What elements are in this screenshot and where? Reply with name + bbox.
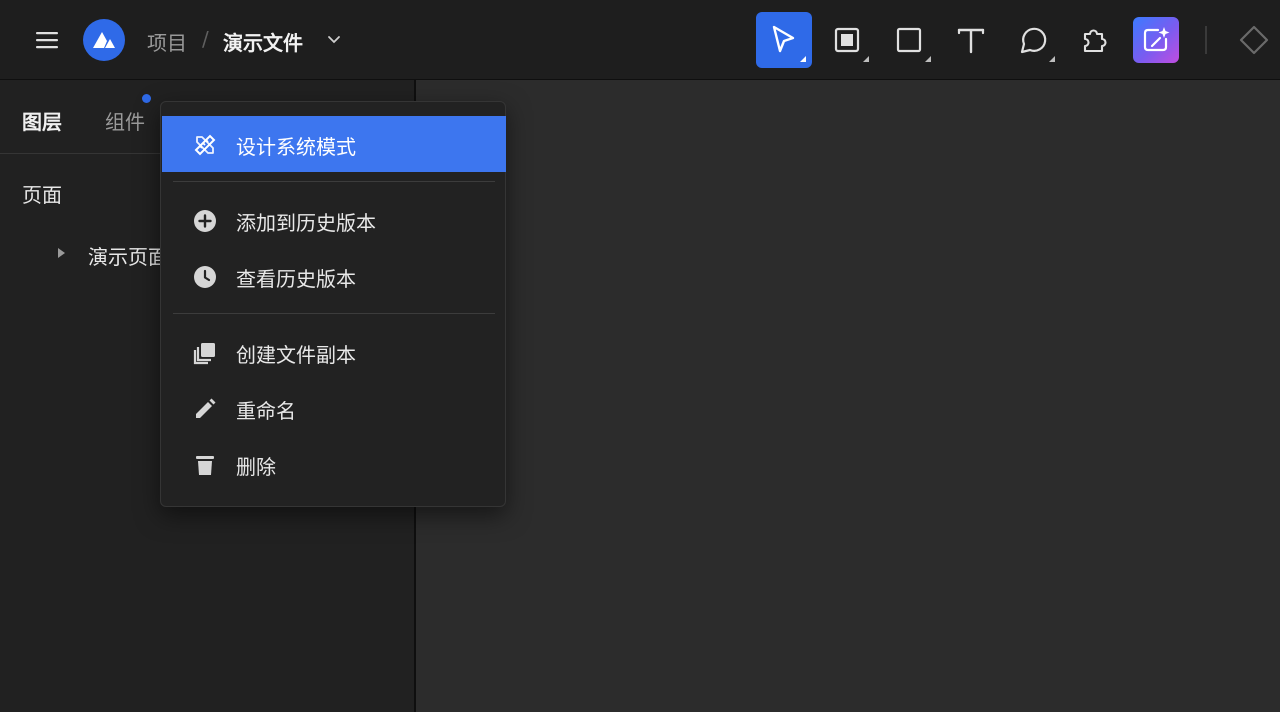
rectangle-tool[interactable] xyxy=(881,12,937,68)
menu-item-label: 设计系统模式 xyxy=(236,135,356,159)
clock-icon xyxy=(194,266,216,288)
puzzle-piece-icon xyxy=(1083,29,1107,53)
hamburger-menu-icon[interactable] xyxy=(30,24,64,56)
file-context-menu: 设计系统模式 添加到历史版本 查看历史版本 创建文件副本 重命名 删除 xyxy=(160,101,506,507)
menu-item-label: 查看历史版本 xyxy=(236,267,356,291)
pages-title: 页面 xyxy=(22,183,62,207)
menu-item-delete[interactable]: 删除 xyxy=(162,436,506,492)
menu-item-label: 重命名 xyxy=(236,399,296,423)
tab-components[interactable]: 组件 xyxy=(105,106,145,135)
menu-item-label: 删除 xyxy=(236,455,276,479)
ai-assistant-button[interactable] xyxy=(1133,17,1179,63)
toolbar-divider xyxy=(1205,26,1207,54)
menu-item-view-history[interactable]: 查看历史版本 xyxy=(162,248,506,304)
menu-item-rename[interactable]: 重命名 xyxy=(162,380,506,436)
plus-circle-icon xyxy=(194,210,216,232)
select-tool[interactable] xyxy=(756,12,812,68)
top-bar: 项目 / 演示文件 xyxy=(0,0,1280,80)
diamond-icon[interactable] xyxy=(1236,22,1272,58)
tool-options-indicator xyxy=(1049,56,1055,62)
breadcrumb-separator: / xyxy=(202,27,209,51)
text-t-icon xyxy=(957,28,985,54)
trash-icon xyxy=(196,456,214,475)
ai-sparkle-icon xyxy=(1143,27,1170,52)
file-name[interactable]: 演示文件 xyxy=(223,27,303,56)
menu-item-add-to-history[interactable]: 添加到历史版本 xyxy=(162,192,506,248)
tool-options-indicator xyxy=(925,56,931,62)
notification-dot xyxy=(142,94,151,103)
menu-item-label: 添加到历史版本 xyxy=(236,211,376,235)
duplicate-icon xyxy=(193,343,215,365)
menu-item-label: 创建文件副本 xyxy=(236,343,356,367)
plugins-tool[interactable] xyxy=(1067,12,1123,68)
chevron-down-icon[interactable] xyxy=(325,32,343,48)
menu-separator xyxy=(173,181,495,182)
pencil-icon xyxy=(196,398,216,418)
expand-caret-icon[interactable] xyxy=(58,248,65,258)
tab-layers[interactable]: 图层 xyxy=(22,106,62,135)
menu-item-duplicate-file[interactable]: 创建文件副本 xyxy=(162,324,506,380)
tool-options-indicator xyxy=(863,56,869,62)
canvas[interactable] xyxy=(416,80,1280,712)
page-item-label[interactable]: 演示页面 xyxy=(88,241,168,270)
frame-tool[interactable] xyxy=(819,12,875,68)
text-tool[interactable] xyxy=(943,12,999,68)
comment-tool[interactable] xyxy=(1005,12,1061,68)
pencil-ruler-icon xyxy=(194,134,216,156)
tool-options-indicator xyxy=(800,56,806,62)
menu-separator xyxy=(173,313,495,314)
breadcrumb-project[interactable]: 项目 xyxy=(147,27,187,56)
app-logo-icon[interactable] xyxy=(83,19,125,61)
menu-item-design-system-mode[interactable]: 设计系统模式 xyxy=(162,116,506,172)
